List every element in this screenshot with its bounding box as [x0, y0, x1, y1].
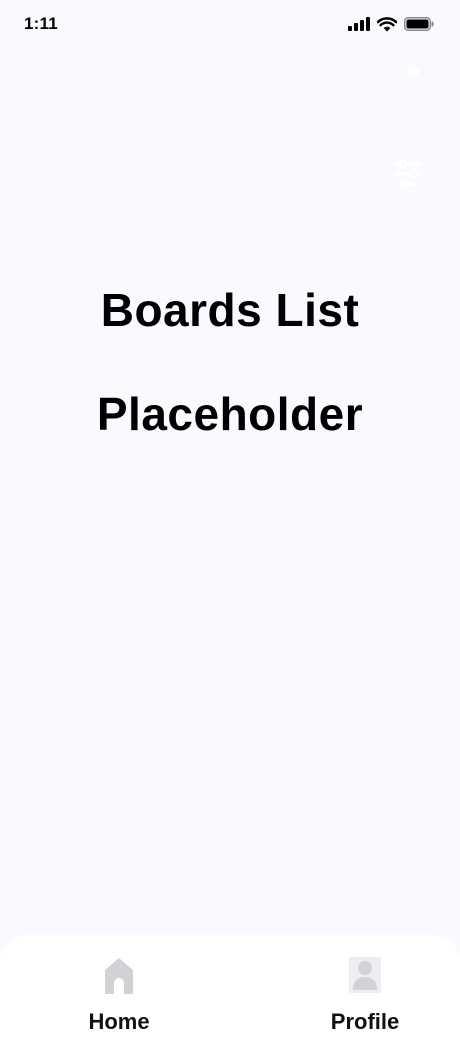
cellular-signal-icon [348, 17, 370, 31]
home-icon [99, 953, 139, 997]
top-indicator-dot [408, 66, 419, 77]
nav-label-profile: Profile [330, 1009, 400, 1034]
sliders-filter-icon[interactable] [390, 156, 426, 192]
boards-list-placeholder: Boards List Placeholder [0, 258, 460, 466]
wifi-icon [377, 16, 397, 31]
nav-item-profile[interactable]: Profile [295, 953, 435, 1038]
status-bar: 1:11 [0, 0, 460, 50]
battery-icon [404, 17, 434, 31]
bottom-navigation: Home Profile [0, 935, 460, 1040]
nav-label-home: Home [88, 1009, 150, 1034]
placeholder-title-line1: Boards List [100, 284, 360, 336]
status-time: 1:11 [24, 14, 58, 33]
placeholder-title-line2: Placeholder [96, 388, 364, 440]
status-icons [348, 16, 434, 32]
person-icon [345, 953, 385, 997]
nav-item-home[interactable]: Home [49, 953, 189, 1038]
